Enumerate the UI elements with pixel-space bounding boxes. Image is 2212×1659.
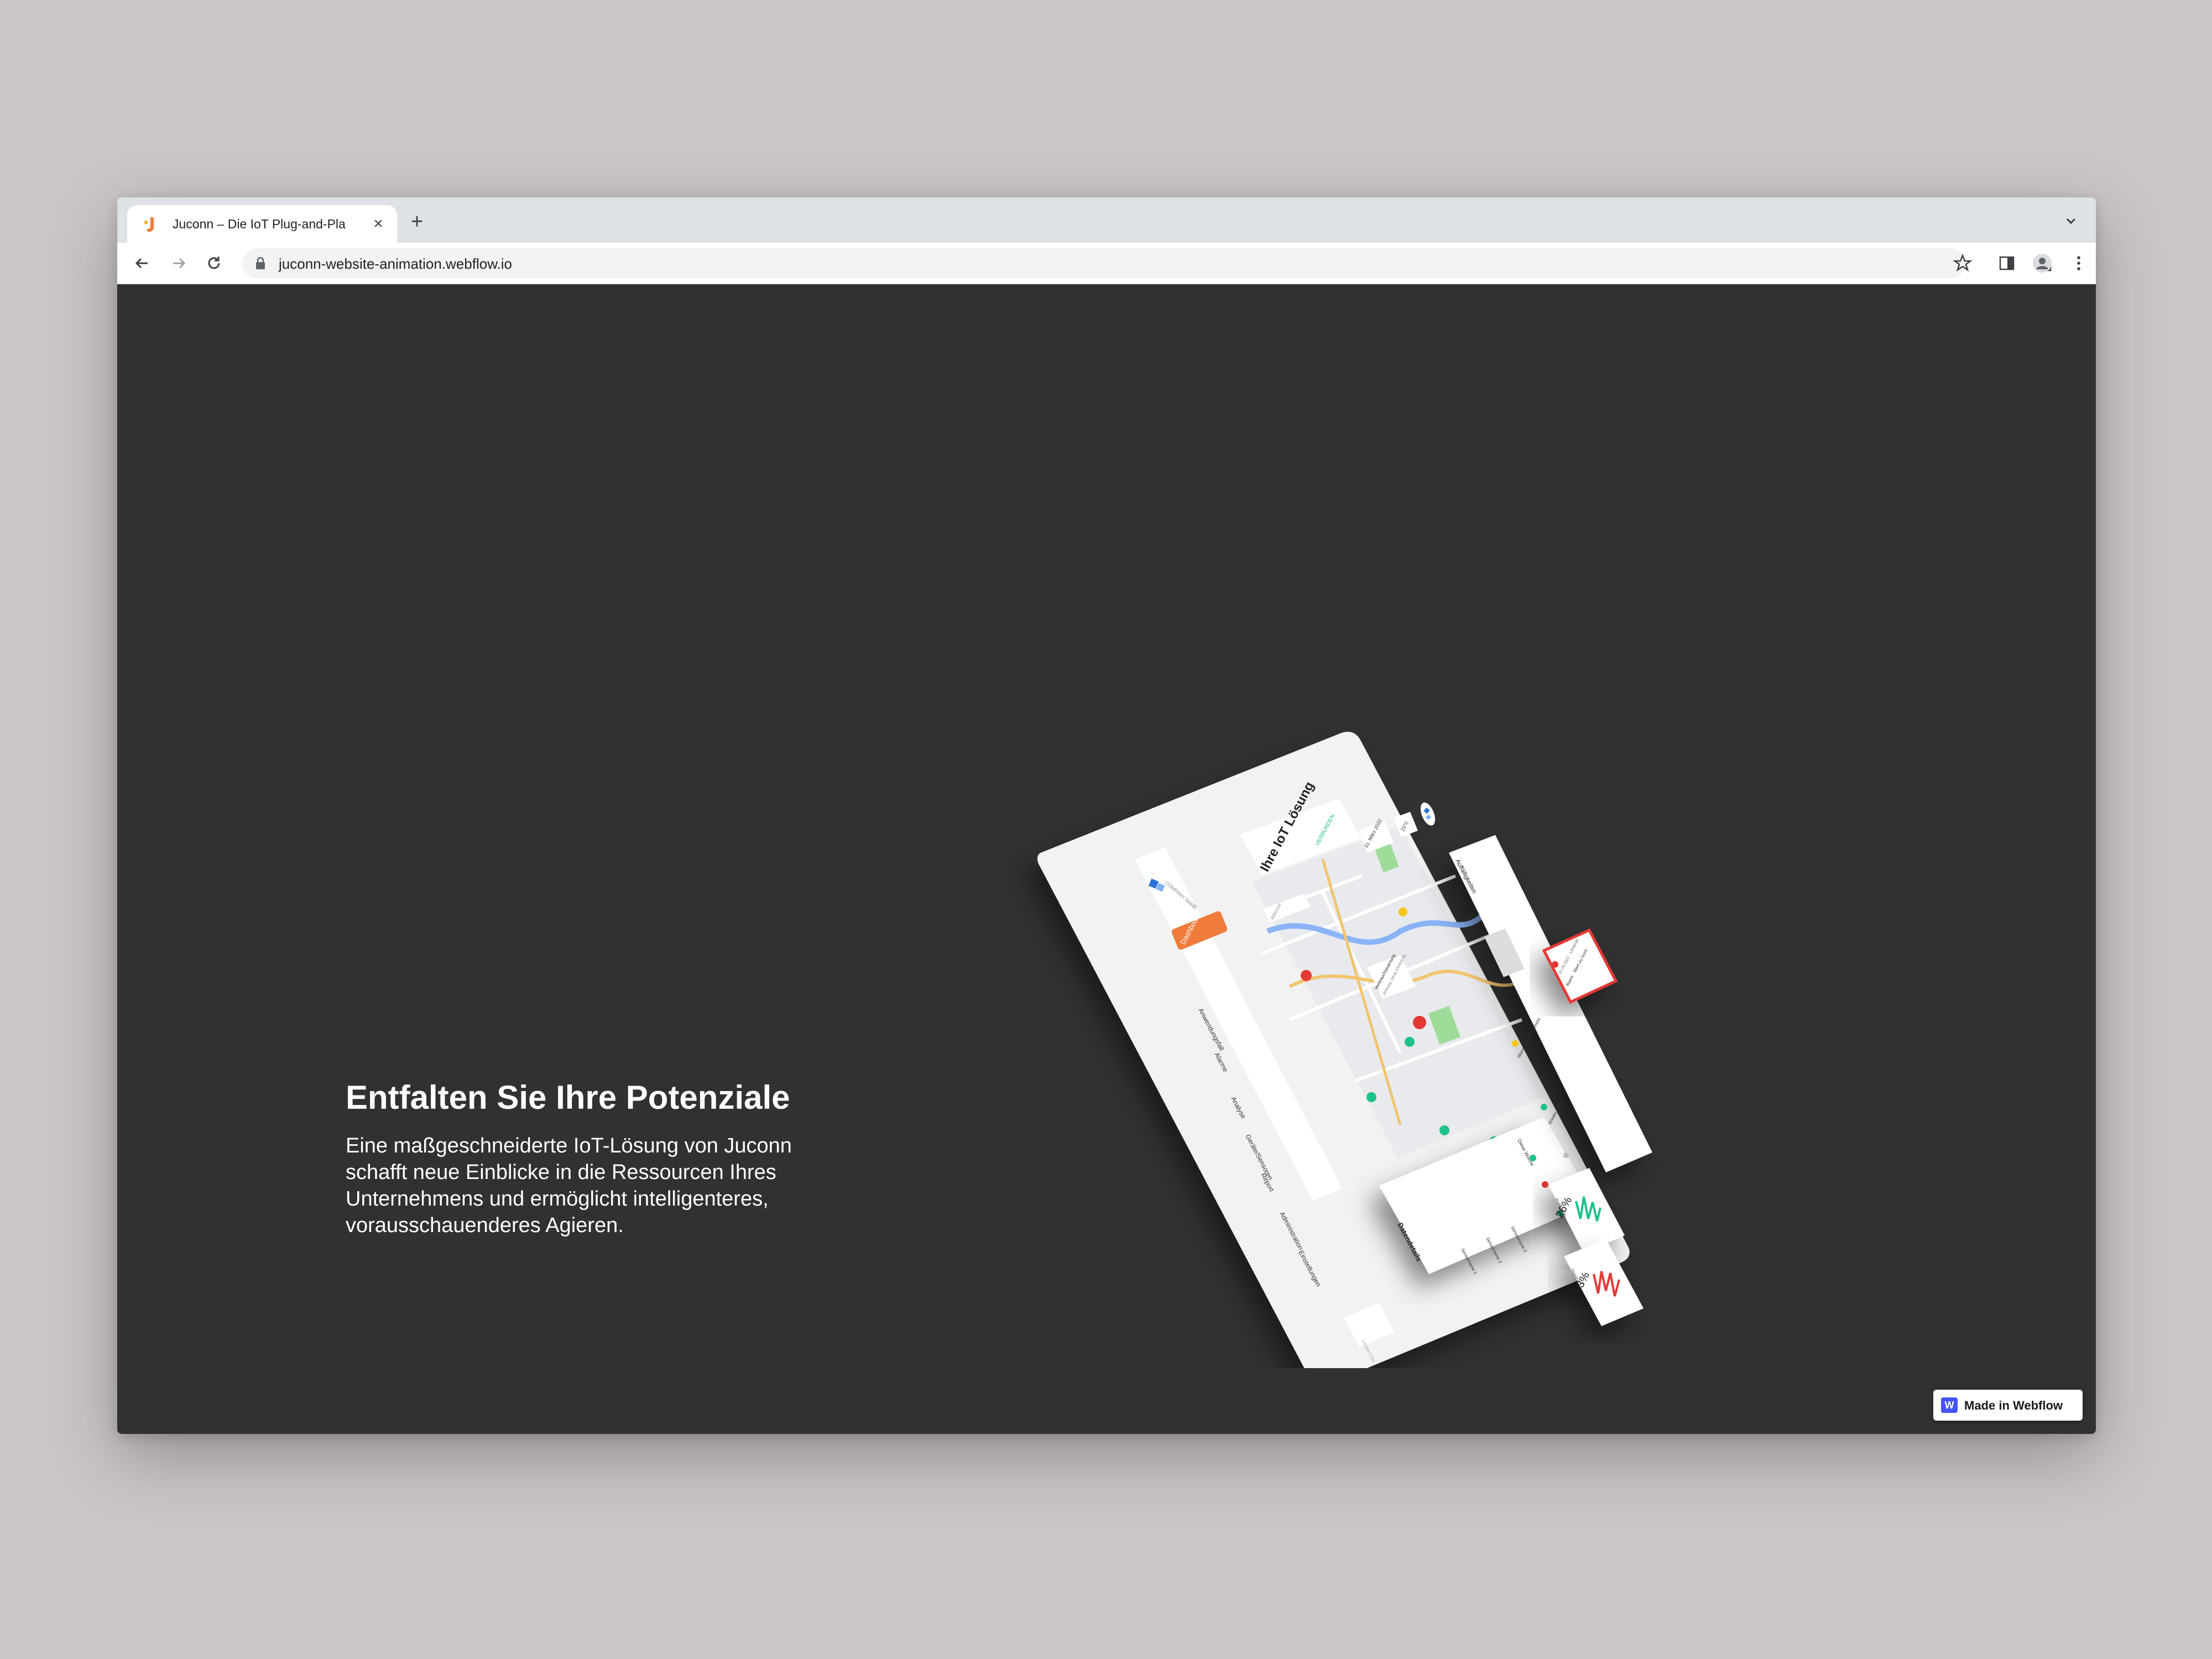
webflow-logo-icon: W <box>1941 1397 1958 1413</box>
side-panel-icon[interactable] <box>1996 253 2017 274</box>
more-vert-icon[interactable] <box>2068 253 2089 274</box>
juconn-favicon-icon <box>144 217 154 232</box>
forward-arrow-icon[interactable] <box>168 253 189 274</box>
hero-title: Entfalten Sie Ihre Potenziale <box>346 1079 790 1116</box>
map-pin-red <box>1301 970 1312 981</box>
browser-toolbar: juconn-website-animation.webflow.io <box>117 243 2096 284</box>
reload-icon[interactable] <box>204 253 225 274</box>
iot-dashboard-illustration: COMPANY NAME Dashboard Anwendungsfall Al… <box>1037 732 1652 1368</box>
alert-online-dot <box>1541 1104 1547 1110</box>
new-tab-button[interactable]: + <box>405 210 429 234</box>
tab-close-icon[interactable]: × <box>369 215 387 233</box>
map-pin-green-3 <box>1439 1125 1449 1135</box>
map-pin-green <box>1405 1037 1415 1047</box>
tab-strip: Juconn – Die IoT Plug-and-Pla × + <box>117 197 2096 243</box>
alarm-alert-dot <box>1552 961 1558 968</box>
map-pin-green-2 <box>1366 1092 1376 1102</box>
table-row-2-status <box>1542 1181 1548 1188</box>
brand-logo-pill <box>1420 802 1436 826</box>
back-arrow-icon[interactable] <box>132 253 153 274</box>
hero-description: Eine maßgeschneiderte IoT-Lösung von Juc… <box>346 1134 792 1237</box>
map-pin-red-2 <box>1413 1016 1426 1029</box>
alert-offline-dot <box>1563 1152 1569 1158</box>
table-row-1-status <box>1530 1155 1536 1161</box>
lock-icon <box>256 257 265 269</box>
url-text[interactable]: juconn-website-animation.webflow.io <box>279 255 512 273</box>
alert-warning-dot <box>1512 1040 1519 1047</box>
made-in-webflow-badge[interactable]: W Made in Webflow <box>1933 1390 2083 1421</box>
profile-icon[interactable] <box>2032 253 2053 274</box>
browser-window: Juconn – Die IoT Plug-and-Pla × + juconn… <box>117 197 2096 1434</box>
page-content: COMPANY NAME Dashboard Anwendungsfall Al… <box>117 284 2096 1434</box>
map-pin-yellow <box>1399 907 1407 916</box>
tab-title: Juconn – Die IoT Plug-and-Pla <box>173 217 346 231</box>
address-bar[interactable]: juconn-website-animation.webflow.io <box>242 248 2052 278</box>
alert-warning-text: Warnung · Wert erhöht <box>1516 1017 1542 1059</box>
badge-label: Made in Webflow <box>1964 1399 2063 1412</box>
chevron-down-icon[interactable] <box>2063 213 2079 229</box>
browser-tab[interactable]: Juconn – Die IoT Plug-and-Pla × <box>127 205 397 243</box>
star-icon[interactable] <box>1952 253 1973 274</box>
